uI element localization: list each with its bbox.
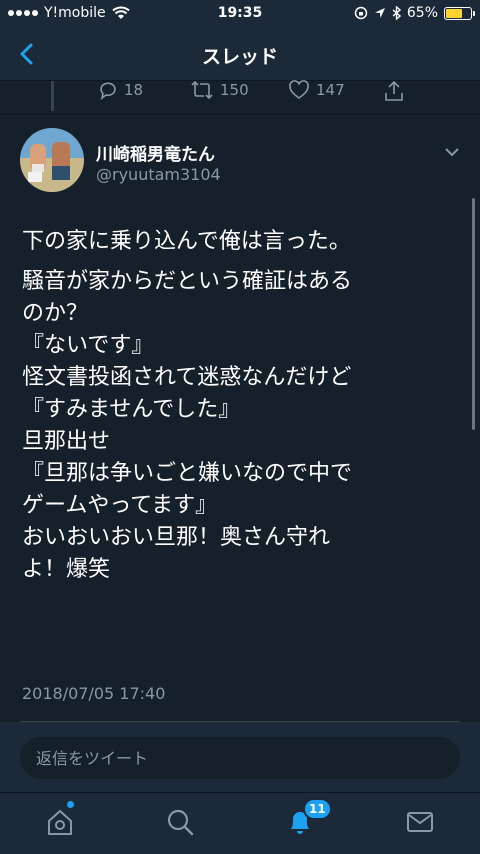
status-bar: Y!mobile 19:35 65%: [0, 0, 480, 28]
scrollbar[interactable]: [472, 198, 475, 430]
mail-icon[interactable]: [405, 807, 435, 837]
retweet-action[interactable]: 150: [190, 80, 249, 100]
tweet-line: 怪文書投函されて迷惑なんだけど: [22, 365, 352, 390]
like-count: 147: [316, 81, 345, 99]
tweet-line: のか？: [22, 301, 89, 326]
heart-icon: [289, 80, 309, 99]
share-action[interactable]: [384, 80, 404, 102]
new-content-dot: [67, 801, 74, 808]
lock-rotation-icon: [354, 6, 368, 20]
status-right: 65%: [354, 5, 475, 21]
page-title: スレッド: [201, 46, 278, 68]
battery-fill: [446, 8, 462, 18]
tweet-line: 騒音が家からだという確証はある: [22, 269, 353, 294]
author-name[interactable]: 川崎稲男竜たん: [96, 140, 215, 165]
author-handle[interactable]: @ryuutam3104: [96, 165, 221, 184]
tweet-line: 旦那出せ: [22, 429, 111, 454]
search-icon[interactable]: [165, 807, 195, 837]
reply-icon: [100, 82, 116, 100]
tweet-line: 『旦那は争いごと嫌いなので中で: [22, 461, 353, 486]
like-action[interactable]: 147: [288, 80, 345, 100]
chevron-down-icon[interactable]: [440, 142, 464, 162]
home-icon[interactable]: [45, 807, 75, 837]
nav-bar: スレッド: [0, 28, 480, 81]
share-icon: [385, 80, 403, 101]
tweet-line: ゲームやってます』: [22, 493, 218, 518]
battery-icon: [444, 6, 475, 20]
avatar-image: [20, 128, 84, 192]
location-icon: [374, 8, 385, 18]
tweet-line: 下の家に乗り込んで俺は言った。: [22, 229, 351, 254]
retweet-count: 150: [220, 81, 249, 99]
tweet-line: よ！爆笑: [22, 557, 111, 582]
reply-action[interactable]: 18: [98, 80, 143, 100]
reply-count: 18: [124, 81, 144, 99]
tweet-line: 『ないです』: [22, 333, 154, 358]
notifications-badge: 11: [303, 798, 332, 820]
battery-percent: 65%: [406, 5, 438, 21]
reply-input[interactable]: [20, 737, 460, 779]
divider: [0, 114, 480, 115]
bluetooth-icon: [392, 6, 401, 20]
tweet-line: 『すみませんでした』: [22, 397, 241, 422]
retweet-icon: [191, 80, 213, 100]
tweet-line: おいおいおい旦那！奥さん守れ: [22, 525, 331, 550]
reply-bar: [0, 722, 480, 792]
tweet-text: 下の家に乗り込んで俺は言った。 騒音が家からだという確証はある のか？ 『ないで…: [22, 226, 462, 586]
previous-tweet-actions: 18 150 147: [0, 80, 480, 110]
tweet-timestamp: 2018/07/05 17:40: [22, 684, 166, 703]
avatar[interactable]: [20, 128, 84, 192]
